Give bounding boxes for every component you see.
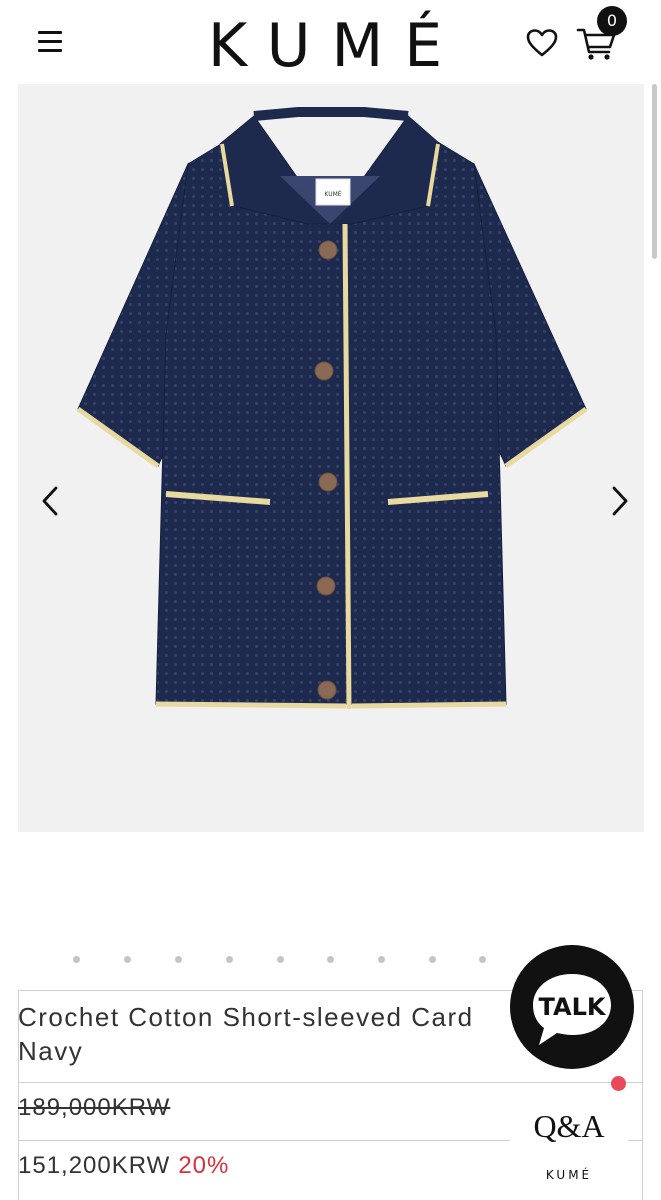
cardigan-image: KUMÉ — [76, 107, 588, 710]
talk-label: TALK — [539, 993, 607, 1021]
garment-label: KUMÉ — [324, 190, 341, 198]
site-header: KUMÉ 0 — [0, 0, 661, 84]
product-image[interactable]: KUMÉ — [18, 84, 644, 832]
heart-icon[interactable] — [526, 28, 558, 58]
brand-logo[interactable]: KUMÉ — [0, 10, 661, 82]
prev-arrow-icon[interactable] — [36, 484, 66, 518]
cart-count-badge: 0 — [597, 6, 627, 36]
gallery-pagination — [58, 952, 498, 968]
sale-price-row: 151,200KRW 20% — [18, 1152, 229, 1180]
qa-brand: KUMÉ — [545, 1168, 593, 1182]
pagination-dot[interactable] — [226, 956, 233, 963]
kakao-talk-button[interactable]: TALK — [507, 944, 637, 1074]
pagination-dot[interactable] — [124, 956, 131, 963]
pagination-dot[interactable] — [479, 956, 486, 963]
pagination-dot[interactable] — [175, 956, 182, 963]
divider — [18, 1082, 643, 1083]
notification-dot — [611, 1076, 626, 1091]
pagination-dot[interactable] — [73, 956, 80, 963]
original-price: 189,000KRW — [18, 1094, 171, 1121]
scrollbar-thumb[interactable] — [652, 84, 657, 259]
qa-button[interactable]: Q&A KUMÉ — [510, 1090, 628, 1200]
discount-rate: 20% — [178, 1152, 230, 1179]
sale-price: 151,200KRW — [18, 1152, 171, 1179]
qa-label: Q&A — [533, 1108, 605, 1144]
pagination-dot[interactable] — [429, 956, 436, 963]
next-arrow-icon[interactable] — [604, 484, 634, 518]
pagination-dot[interactable] — [378, 956, 385, 963]
pagination-dot[interactable] — [327, 956, 334, 963]
pagination-dot[interactable] — [277, 956, 284, 963]
